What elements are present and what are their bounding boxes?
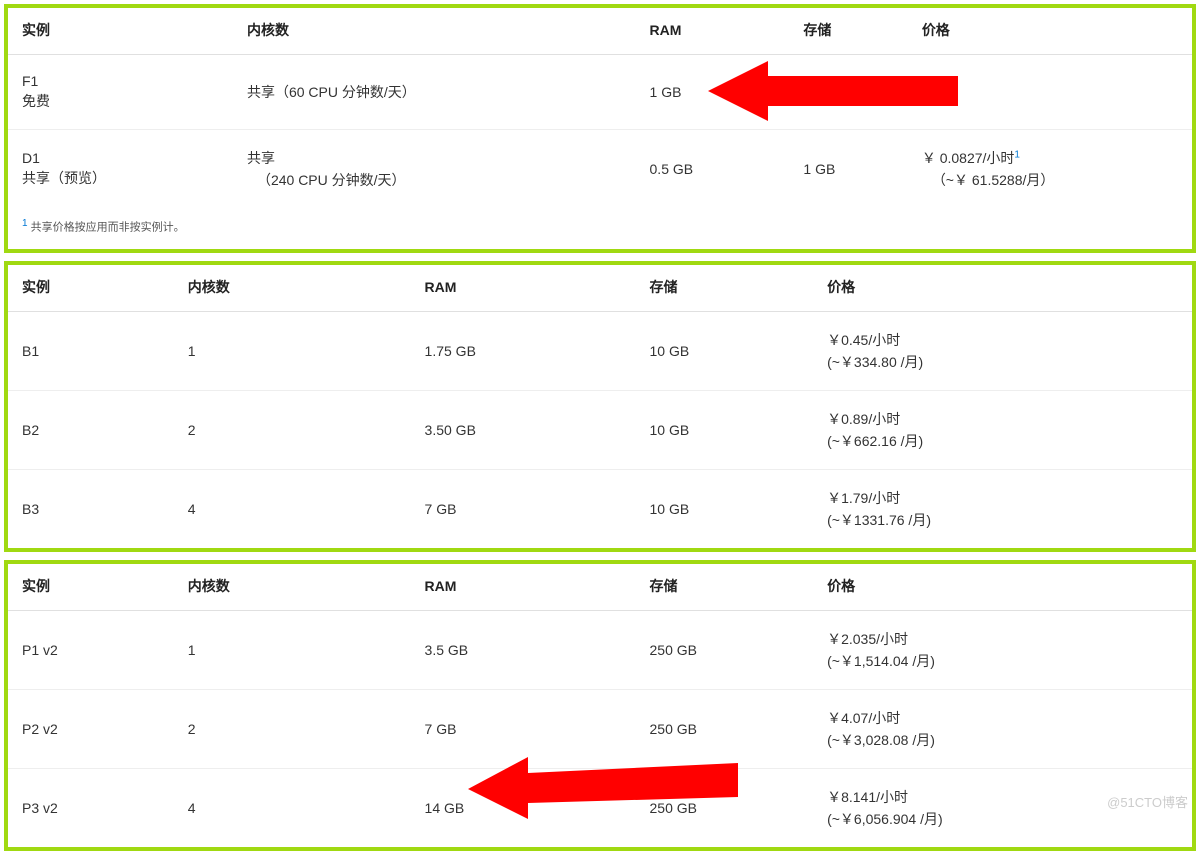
price-main: ￥4.07/小时: [827, 710, 900, 726]
cell-cores: 2: [174, 689, 411, 768]
pricing-table-3: 实例 内核数 RAM 存储 价格 P1 v2 1 3.5 GB 250 GB ￥…: [8, 564, 1192, 847]
table-row: P2 v2 2 7 GB 250 GB ￥4.07/小时 (~￥3,028.08…: [8, 689, 1192, 768]
cell-ram: 1.75 GB: [411, 311, 636, 390]
cell-storage: 250 GB: [636, 610, 814, 689]
cell-ram: 3.5 GB: [411, 610, 636, 689]
cell-storage: 250 GB: [636, 768, 814, 847]
table-row: D1 共享（预览） 共享 （240 CPU 分钟数/天） 0.5 GB 1 GB…: [8, 130, 1192, 209]
col-instance: 实例: [8, 564, 174, 611]
cell-cores: 4: [174, 469, 411, 548]
price-main: ￥ 0: [922, 84, 948, 100]
col-ram: RAM: [636, 8, 790, 55]
instance-sub: 共享（预览）: [22, 168, 219, 188]
pricing-table-shared: 实例 内核数 RAM 存储 价格 F1 免费 共享（60 CPU 分钟数/天） …: [4, 4, 1196, 253]
cell-instance: D1 共享（预览）: [8, 130, 233, 209]
price-sub: (~￥662.16 /月): [827, 431, 1178, 451]
col-cores: 内核数: [233, 8, 636, 55]
cell-storage: 10 GB: [636, 311, 814, 390]
table-row: P3 v2 4 14 GB 250 GB ￥8.141/小时 (~￥6,056.…: [8, 768, 1192, 847]
cell-instance: B3: [8, 469, 174, 548]
cell-price: ￥ 0.0827/小时1 （~￥ 61.5288/月）: [908, 130, 1192, 209]
cell-instance: B1: [8, 311, 174, 390]
cell-price: ￥1.79/小时 (~￥1331.76 /月): [813, 469, 1192, 548]
cores-main: 共享: [247, 150, 275, 166]
price-sub: (~￥1,514.04 /月): [827, 651, 1178, 671]
cell-storage: 10 GB: [636, 390, 814, 469]
col-cores: 内核数: [174, 564, 411, 611]
table-row: B2 2 3.50 GB 10 GB ￥0.89/小时 (~￥662.16 /月…: [8, 390, 1192, 469]
table-header-row: 实例 内核数 RAM 存储 价格: [8, 8, 1192, 55]
cell-price: ￥4.07/小时 (~￥3,028.08 /月): [813, 689, 1192, 768]
cell-instance: B2: [8, 390, 174, 469]
cell-ram: 14 GB: [411, 768, 636, 847]
price-main: ￥ 0.0827/小时: [922, 150, 1015, 166]
col-storage: 存储: [636, 265, 814, 312]
cell-price: ￥0.45/小时 (~￥334.80 /月): [813, 311, 1192, 390]
col-storage: 存储: [636, 564, 814, 611]
table-row: B3 4 7 GB 10 GB ￥1.79/小时 (~￥1331.76 /月): [8, 469, 1192, 548]
table-row: P1 v2 1 3.5 GB 250 GB ￥2.035/小时 (~￥1,514…: [8, 610, 1192, 689]
footnote-text: 共享价格按应用而非按实例计。: [28, 222, 185, 234]
cell-storage: 1 GB: [789, 130, 907, 209]
cell-price: ￥0.89/小时 (~￥662.16 /月): [813, 390, 1192, 469]
price-main: ￥0.89/小时: [827, 411, 900, 427]
table-row: B1 1 1.75 GB 10 GB ￥0.45/小时 (~￥334.80 /月…: [8, 311, 1192, 390]
cell-price: ￥2.035/小时 (~￥1,514.04 /月): [813, 610, 1192, 689]
cell-cores: 2: [174, 390, 411, 469]
cell-instance: P3 v2: [8, 768, 174, 847]
cell-ram: 3.50 GB: [411, 390, 636, 469]
cell-instance: F1 免费: [8, 55, 233, 130]
cell-cores: 共享 （240 CPU 分钟数/天）: [233, 130, 636, 209]
cell-storage: 250 GB: [636, 689, 814, 768]
cell-instance: P1 v2: [8, 610, 174, 689]
price-sub: (~￥334.80 /月): [827, 352, 1178, 372]
price-main: ￥1.79/小时: [827, 490, 900, 506]
pricing-table-1: 实例 内核数 RAM 存储 价格 F1 免费 共享（60 CPU 分钟数/天） …: [8, 8, 1192, 208]
cell-instance: P2 v2: [8, 689, 174, 768]
cell-ram: 7 GB: [411, 469, 636, 548]
col-storage: 存储: [789, 8, 907, 55]
cell-ram: 1 GB: [636, 55, 790, 130]
cell-cores: 1: [174, 311, 411, 390]
table-header-row: 实例 内核数 RAM 存储 价格: [8, 265, 1192, 312]
cell-ram: 7 GB: [411, 689, 636, 768]
col-ram: RAM: [411, 564, 636, 611]
col-instance: 实例: [8, 265, 174, 312]
cell-cores: 共享（60 CPU 分钟数/天）: [233, 55, 636, 130]
col-price: 价格: [813, 564, 1192, 611]
col-price: 价格: [813, 265, 1192, 312]
col-cores: 内核数: [174, 265, 411, 312]
table-header-row: 实例 内核数 RAM 存储 价格: [8, 564, 1192, 611]
price-sub: (~￥1331.76 /月): [827, 510, 1178, 530]
cell-storage: 10 GB: [636, 469, 814, 548]
watermark: @51CTO博客: [1107, 792, 1188, 811]
instance-name: D1: [22, 150, 40, 166]
col-instance: 实例: [8, 8, 233, 55]
col-ram: RAM: [411, 265, 636, 312]
price-sub: (~￥6,056.904 /月): [827, 809, 1178, 829]
pricing-table-premium: 实例 内核数 RAM 存储 价格 P1 v2 1 3.5 GB 250 GB ￥…: [4, 560, 1196, 851]
cell-cores: 1: [174, 610, 411, 689]
instance-name: F1: [22, 73, 38, 89]
pricing-table-basic: 实例 内核数 RAM 存储 价格 B1 1 1.75 GB 10 GB ￥0.4…: [4, 261, 1196, 552]
cell-ram: 0.5 GB: [636, 130, 790, 209]
price-main: ￥2.035/小时: [827, 631, 908, 647]
col-price: 价格: [908, 8, 1192, 55]
instance-sub: 免费: [22, 91, 219, 111]
cell-cores: 4: [174, 768, 411, 847]
price-sup: 1: [1014, 149, 1020, 160]
table-row: F1 免费 共享（60 CPU 分钟数/天） 1 GB 1 GB ￥ 0: [8, 55, 1192, 130]
price-sub: (~￥3,028.08 /月): [827, 730, 1178, 750]
pricing-table-2: 实例 内核数 RAM 存储 价格 B1 1 1.75 GB 10 GB ￥0.4…: [8, 265, 1192, 548]
price-sub: （~￥ 61.5288/月）: [922, 170, 1178, 190]
cell-storage: 1 GB: [789, 55, 907, 130]
cell-price: ￥ 0: [908, 55, 1192, 130]
price-main: ￥0.45/小时: [827, 332, 900, 348]
cores-sub: （240 CPU 分钟数/天）: [247, 170, 622, 190]
price-main: ￥8.141/小时: [827, 789, 908, 805]
footnote: 1 共享价格按应用而非按实例计。: [8, 208, 1192, 249]
